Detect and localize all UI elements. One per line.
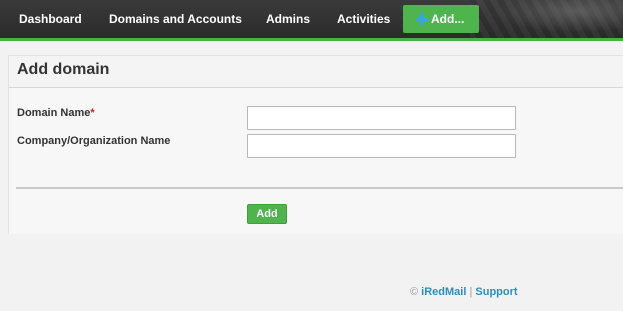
navbar-decoration (470, 0, 623, 38)
nav-item-activities[interactable]: Activities (337, 0, 390, 38)
domain-name-input[interactable] (247, 106, 516, 130)
support-link[interactable]: Support (475, 286, 517, 298)
add-domain-button[interactable]: Add (247, 204, 287, 224)
add-domain-panel: Add domain Domain Name* Company/Organiza… (8, 55, 623, 234)
navbar-underline (0, 38, 623, 41)
company-name-input[interactable] (247, 134, 516, 158)
footer: © iRedMail | Support (410, 286, 518, 298)
footer-separator: | (469, 286, 473, 298)
form-divider (16, 187, 623, 189)
iredmail-link[interactable]: iRedMail (421, 286, 466, 298)
add-menu-label: Add... (431, 12, 465, 26)
domain-name-label: Domain Name* (17, 107, 95, 119)
nav-item-dashboard[interactable]: Dashboard (19, 0, 82, 38)
top-navbar: Dashboard Domains and Accounts Admins Ac… (0, 0, 623, 38)
copyright-symbol: © (410, 286, 419, 298)
panel-header: Add domain (9, 56, 623, 88)
plus-icon (416, 13, 428, 25)
domain-name-label-text: Domain Name (17, 107, 91, 119)
required-marker: * (90, 107, 95, 119)
page-title: Add domain (17, 61, 110, 78)
company-name-label: Company/Organization Name (17, 135, 171, 147)
add-menu-button[interactable]: Add... (403, 5, 479, 33)
nav-item-domains-and-accounts[interactable]: Domains and Accounts (109, 0, 242, 38)
nav-item-admins[interactable]: Admins (266, 0, 310, 38)
